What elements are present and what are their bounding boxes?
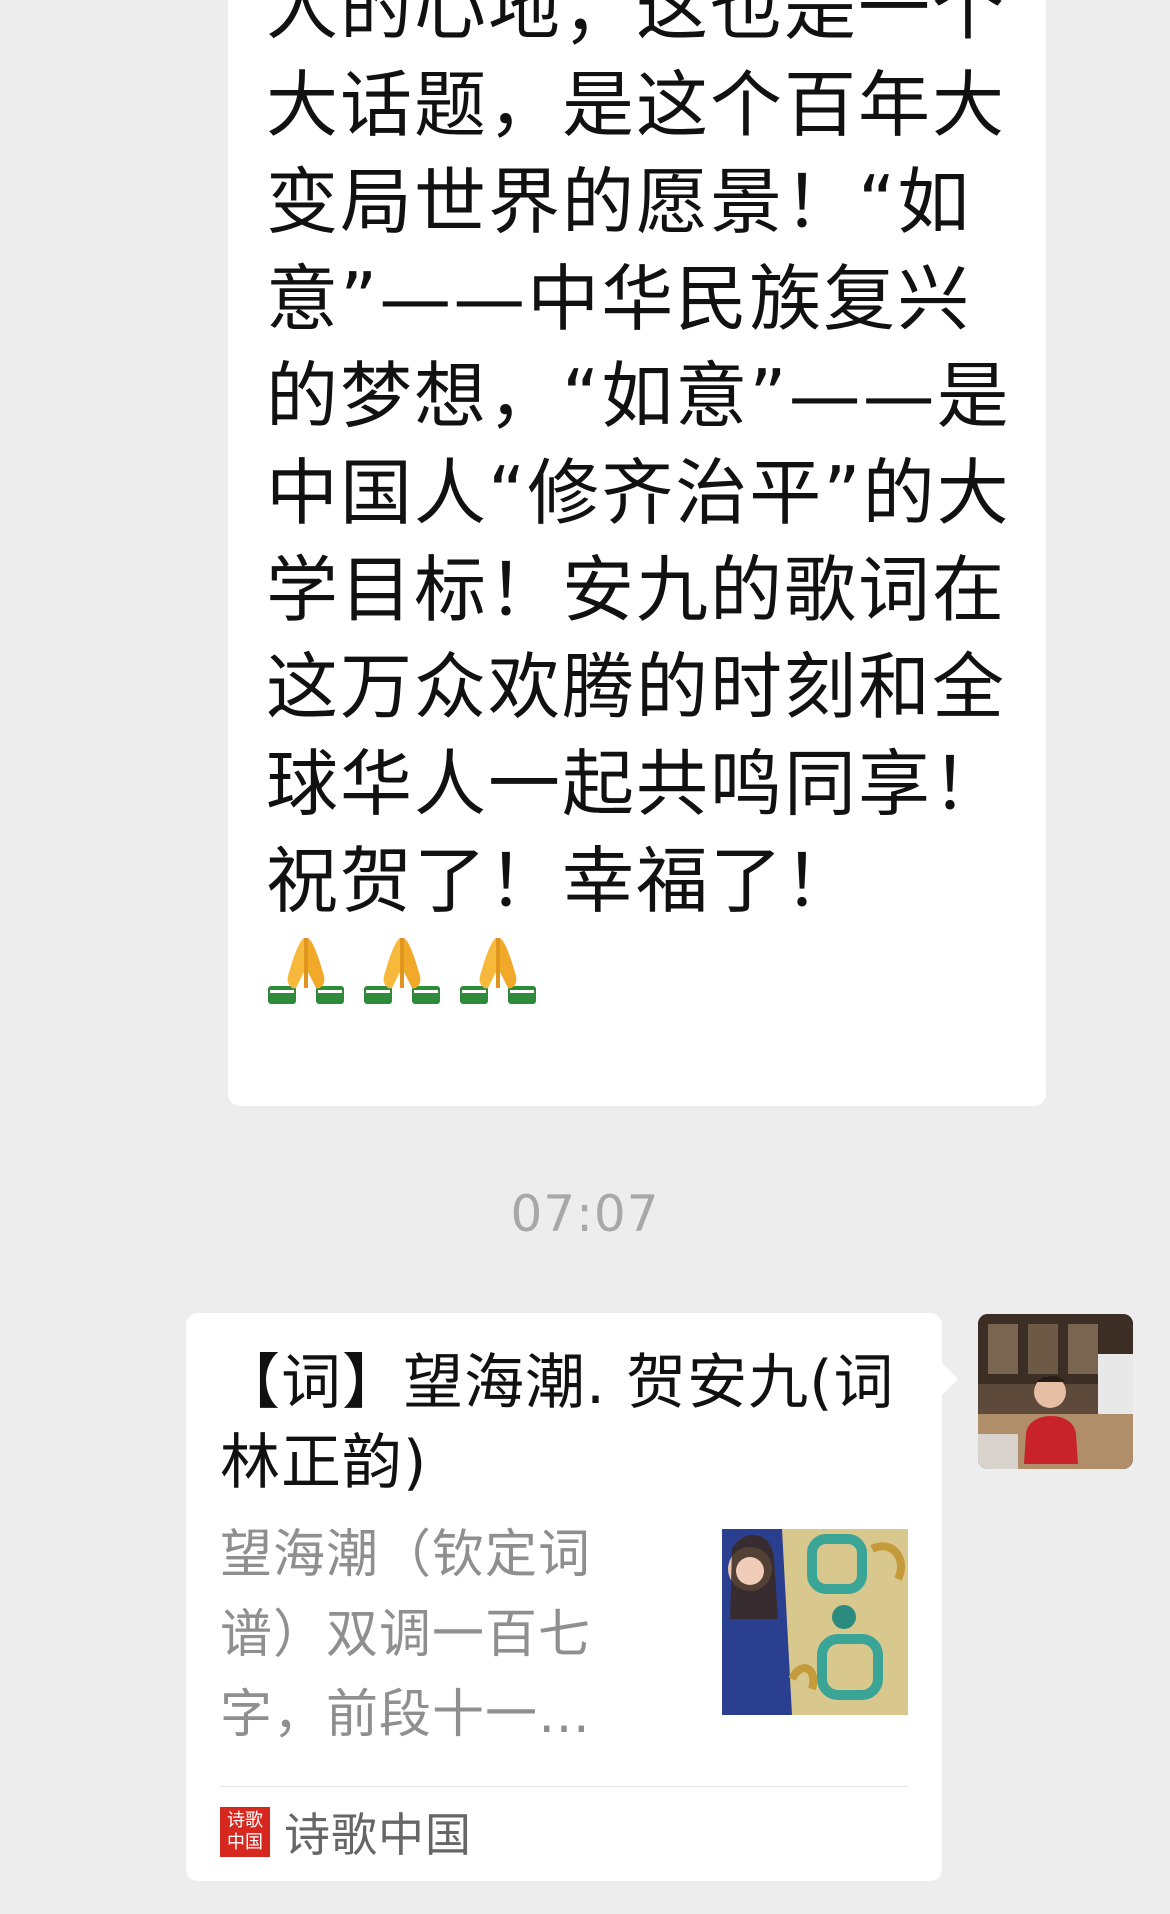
link-card-title: 【词】望海潮. 贺安九(词林正韵) bbox=[220, 1348, 895, 1498]
sender-avatar[interactable] bbox=[978, 1314, 1133, 1469]
pray-hands-icon bbox=[268, 938, 344, 1004]
source-name: 诗歌中国 bbox=[284, 1808, 472, 1862]
incoming-message-bubble[interactable]: 人的心地；这也是一个大话题，是这个百年大变局世界的愿景！“如意”——中华民族复兴… bbox=[228, 0, 1046, 1106]
pray-hands-icon bbox=[460, 938, 536, 1004]
shared-link-card[interactable]: 【词】望海潮. 贺安九(词林正韵) 望海潮（钦定词谱）双调一百七字，前段十一… … bbox=[186, 1313, 958, 1881]
bubble-tail bbox=[942, 1363, 958, 1395]
emoji-row bbox=[266, 932, 1016, 1012]
link-card-source: 诗歌中国 诗歌中国 bbox=[220, 1799, 472, 1865]
card-divider bbox=[220, 1786, 908, 1787]
pray-hands-icon bbox=[364, 938, 440, 1004]
link-card-description: 望海潮（钦定词谱）双调一百七字，前段十一… bbox=[220, 1525, 592, 1745]
link-card-body: 望海潮（钦定词谱）双调一百七字，前段十一… bbox=[220, 1515, 908, 1755]
message-text: 人的心地；这也是一个大话题，是这个百年大变局世界的愿景！“如意”——中华民族复兴… bbox=[266, 0, 1011, 923]
source-logo: 诗歌中国 bbox=[220, 1807, 270, 1857]
message-timestamp: 07:07 bbox=[510, 1185, 660, 1243]
link-card-thumbnail bbox=[722, 1529, 908, 1715]
